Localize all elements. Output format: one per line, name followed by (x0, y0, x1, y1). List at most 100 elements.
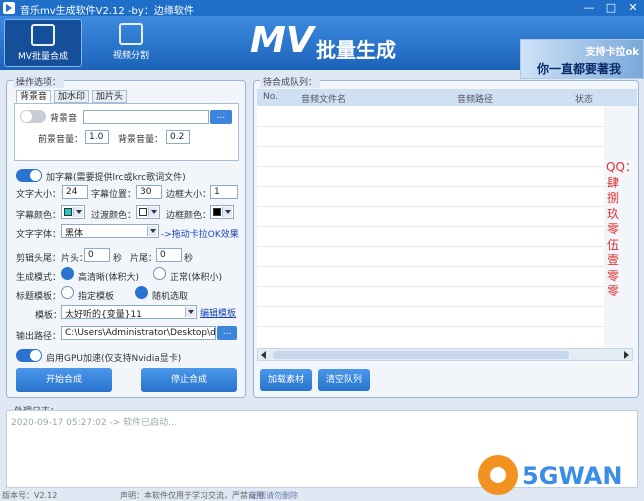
chevron-down-icon (147, 226, 157, 236)
video-split-label: 视频分割 (112, 51, 149, 61)
output-label: 输出路径： (16, 332, 62, 342)
mv-batch-label: MV批量合成 (18, 52, 68, 62)
bgm-path-input[interactable] (83, 110, 209, 124)
border-color-picker[interactable] (210, 205, 234, 219)
bg-vol-input[interactable]: 0.2 (166, 130, 190, 144)
sub-color-picker[interactable] (61, 205, 85, 219)
font-select-value: 黑体 (65, 229, 84, 239)
tab-bgm[interactable]: 背景音 (16, 90, 52, 103)
sub-color-swatch (64, 208, 72, 216)
app-logo: MV 批量生成 (250, 20, 430, 66)
bgm-browse-button[interactable]: ... (210, 110, 232, 124)
scroll-left-icon[interactable] (261, 351, 266, 359)
font-size-input[interactable]: 24 (62, 185, 88, 199)
chevron-down-icon (222, 207, 232, 217)
queue-table-header: No. 音频文件名 音频路径 状态 (257, 89, 637, 106)
start-button[interactable]: 开始合成 (16, 368, 112, 392)
tab-watermark[interactable]: 加水印 (54, 90, 90, 103)
edit-template-link[interactable]: 编辑模板 (200, 306, 236, 319)
queue-table[interactable] (257, 106, 604, 348)
logo-text: 批量生成 (316, 38, 396, 62)
banner-text-1: 支持卡拉ok (585, 47, 639, 58)
template-label: 标题模板： (16, 292, 62, 302)
logo-mv: MV (250, 20, 314, 61)
output-path-input[interactable]: C:\Users\Administrator\Desktop\dow (61, 326, 216, 340)
scroll-thumb[interactable] (273, 351, 569, 359)
sub-color-label: 字幕颜色： (16, 211, 62, 221)
tpl-random-label: 随机选取 (152, 292, 189, 302)
sub-pos-label: 字幕位置： (91, 190, 137, 200)
font-label: 文字字体： (16, 230, 62, 240)
scroll-right-icon[interactable] (624, 351, 629, 359)
font-select[interactable]: 黑体 (61, 224, 159, 239)
border-size-label: 边框大小： (166, 190, 212, 200)
tpl-specified-label: 指定模板 (78, 292, 115, 302)
stop-button[interactable]: 停止合成 (141, 368, 237, 392)
load-material-button[interactable]: 加载素材 (260, 369, 312, 391)
mode-hd-radio[interactable] (61, 267, 74, 280)
title-bar: 音乐mv生成软件V2.12 -by：边缘软件 — □ ✕ (0, 0, 644, 17)
mv-batch-button[interactable]: MV批量合成 (4, 19, 82, 67)
mode-label: 生成模式： (16, 273, 62, 283)
watermark-text: 5GWAN (522, 462, 623, 490)
queue-scrollbar[interactable] (257, 348, 633, 361)
subtitle-toggle-label: 加字幕(需要提供lrc或krc歌词文件) (46, 173, 186, 183)
col-status: 状态 (575, 95, 594, 105)
mode-normal-radio[interactable] (153, 267, 166, 280)
tail-label: 片尾： (130, 254, 158, 264)
col-audio-path: 音频路径 (457, 95, 494, 105)
font-size-label: 文字大小： (16, 190, 62, 200)
tpl-name-label: 模板： (35, 311, 63, 321)
head-sec: 秒 (113, 254, 123, 264)
bgm-label: 背景音 (50, 114, 78, 124)
head-input[interactable]: 0 (84, 248, 110, 262)
chevron-down-icon (148, 207, 158, 217)
close-icon[interactable]: ✕ (622, 0, 644, 16)
tpl-name-select[interactable]: 太好听的{变量}11 (61, 305, 197, 320)
split-icon (119, 23, 143, 45)
tpl-random-radio[interactable] (135, 286, 148, 299)
tail-input[interactable]: 0 (156, 248, 182, 262)
queue-legend: 待合成队列： (260, 75, 321, 88)
mode-normal-label: 正常(体积小) (170, 273, 223, 283)
border-size-input[interactable]: 1 (210, 185, 238, 199)
col-audio-name: 音频文件名 (301, 95, 347, 105)
border-color-label: 边框颜色： (166, 211, 212, 221)
banner-text-2: 你一直都要著我 (537, 62, 622, 76)
minimize-icon[interactable]: — (578, 0, 600, 16)
status-link[interactable]: 正则请勿删除 (250, 490, 298, 501)
disclaimer-text: 声明：本软件仅用于学习交流，严禁商用 (120, 491, 264, 500)
promo-banner: 支持卡拉ok 你一直都要著我 (520, 39, 644, 79)
qq-contact-text: QQ：肆捌玖零伍壹零零 (606, 160, 637, 298)
clear-queue-button[interactable]: 清空队列 (318, 369, 370, 391)
chevron-down-icon (185, 307, 195, 317)
watermark-logo-icon (478, 455, 518, 495)
front-vol-label: 前景音量： (38, 135, 84, 145)
trim-label: 剪辑头尾： (16, 254, 62, 264)
site-watermark: 5GWAN (470, 455, 640, 499)
options-legend: 操作选项： (13, 75, 65, 88)
maximize-icon[interactable]: □ (600, 0, 622, 16)
gpu-toggle-label: 启用GPU加速(仅支持Nvidia显卡) (46, 354, 182, 364)
gpu-toggle[interactable] (16, 349, 42, 362)
col-no: No. (263, 92, 278, 102)
bgm-toggle[interactable] (20, 110, 46, 123)
tpl-specified-radio[interactable] (61, 286, 74, 299)
front-vol-input[interactable]: 1.0 (85, 130, 109, 144)
tab-intro[interactable]: 加片头 (92, 90, 128, 103)
log-line: 2020-09-17 05:27:02 -> 软件已启动... (11, 418, 177, 428)
subtitle-toggle[interactable] (16, 169, 42, 182)
chevron-down-icon (73, 207, 83, 217)
karaoke-hint: ->拖动卡拉OK效果 (161, 230, 239, 240)
version-text: 版本号：V2.12 (2, 491, 58, 500)
border-color-swatch (213, 208, 221, 216)
output-browse-button[interactable]: ... (217, 326, 237, 340)
edit-icon (31, 24, 55, 46)
tail-sec: 秒 (184, 254, 194, 264)
sub-pos-input[interactable]: 30 (136, 185, 162, 199)
app-icon (3, 2, 15, 14)
transition-color-label: 过渡颜色： (91, 211, 137, 221)
transition-color-picker[interactable] (136, 205, 160, 219)
video-split-button[interactable]: 视频分割 (100, 19, 162, 67)
mode-hd-label: 高清晰(体积大) (78, 273, 140, 283)
